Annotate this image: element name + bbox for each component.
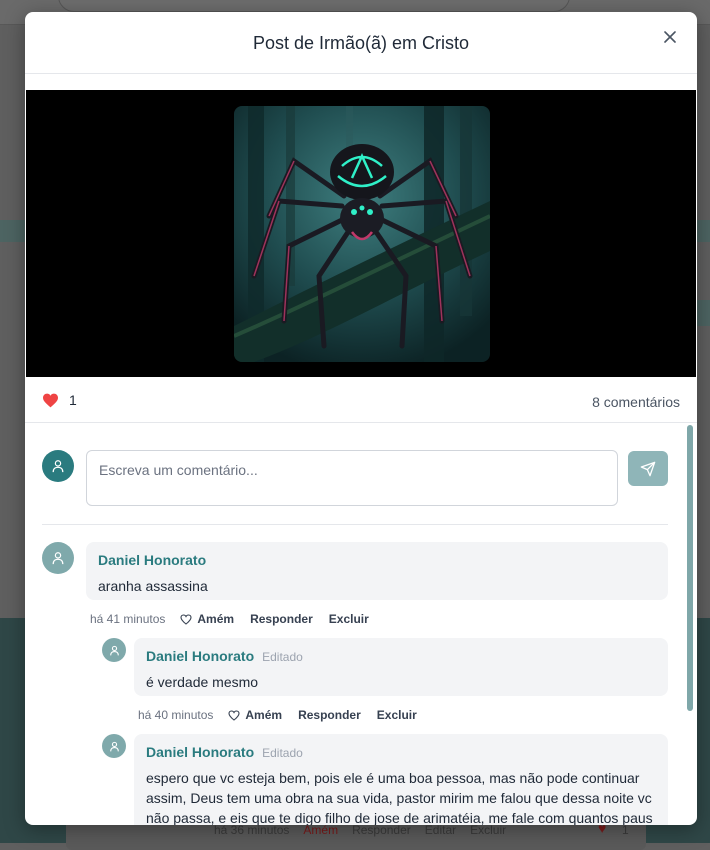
- comment-actions: há 40 minutos Amém Responder Excluir: [138, 708, 417, 722]
- comment-text: é verdade mesmo: [146, 674, 259, 690]
- delete-button[interactable]: Excluir: [377, 708, 417, 722]
- background-search: [58, 0, 570, 12]
- comment-input-placeholder: Escreva um comentário...: [99, 462, 258, 478]
- post-media: [26, 90, 696, 377]
- background-time: há 36 minutos: [214, 823, 290, 837]
- user-icon: [109, 741, 119, 751]
- scrollbar[interactable]: [687, 425, 693, 711]
- comment-author[interactable]: Daniel Honorato: [98, 552, 206, 568]
- modal-title: Post de Irmão(ã) em Cristo: [252, 33, 470, 53]
- like-button[interactable]: 1: [42, 392, 77, 408]
- send-button[interactable]: [628, 451, 668, 486]
- comment-bubble: Daniel Honorato aranha assassina: [86, 542, 668, 600]
- user-icon: [52, 552, 64, 565]
- comment-bubble: Daniel Honorato Editado espero que vc es…: [134, 734, 668, 825]
- avatar: [102, 734, 126, 758]
- comment-time: há 41 minutos: [90, 612, 166, 626]
- avatar: [102, 638, 126, 662]
- like-count: 1: [69, 392, 77, 408]
- delete-button[interactable]: Excluir: [329, 612, 369, 626]
- avatar: [42, 542, 74, 574]
- comment-actions: há 41 minutos Amém Responder Excluir: [90, 612, 369, 626]
- comment-time: há 40 minutos: [138, 708, 214, 722]
- post-image[interactable]: [234, 106, 490, 362]
- comment-input[interactable]: Escreva um comentário...: [86, 450, 618, 506]
- amem-button[interactable]: Amém: [180, 612, 234, 626]
- user-icon: [52, 460, 64, 473]
- comments-section[interactable]: Escreva um comentário... Daniel Honorato…: [25, 423, 697, 825]
- comment-author[interactable]: Daniel Honorato: [146, 744, 254, 760]
- amem-label: Amém: [197, 612, 235, 626]
- comment-text: espero que vc esteja bem, pois ele é uma…: [146, 770, 653, 825]
- background-edit: Editar: [424, 823, 457, 837]
- background-delete: Excluir: [470, 823, 507, 837]
- reply-button[interactable]: Responder: [250, 612, 313, 626]
- background-actions: há 36 minutos Amém Responder Editar Excl…: [214, 823, 506, 837]
- reply-button[interactable]: Responder: [298, 708, 361, 722]
- spider-artwork-icon: [234, 106, 490, 362]
- background-like-count: 1: [622, 823, 629, 837]
- avatar: [42, 450, 74, 482]
- comment-bubble: Daniel Honorato Editado é verdade mesmo: [134, 638, 668, 696]
- heart-outline-icon: [180, 613, 192, 625]
- user-icon: [109, 645, 119, 655]
- comment-author[interactable]: Daniel Honorato: [146, 648, 254, 664]
- amem-button[interactable]: Amém: [228, 708, 282, 722]
- send-icon: [640, 461, 656, 476]
- post-modal: Post de Irmão(ã) em Cristo 1 8 comentári…: [25, 12, 697, 825]
- comments-count[interactable]: 8 comentários: [592, 394, 680, 410]
- heart-outline-icon: [228, 709, 240, 721]
- close-button[interactable]: [659, 26, 681, 48]
- amem-label: Amém: [245, 708, 283, 722]
- post-stats-bar: 1 8 comentários: [25, 382, 697, 423]
- close-icon: [664, 31, 676, 43]
- edited-label: Editado: [262, 650, 303, 664]
- comment-text: aranha assassina: [98, 578, 208, 594]
- background-amem: Amém: [303, 823, 339, 837]
- edited-label: Editado: [262, 746, 303, 760]
- modal-header: Post de Irmão(ã) em Cristo: [25, 12, 697, 74]
- divider: [42, 524, 668, 525]
- background-reply: Responder: [352, 823, 411, 837]
- heart-icon: [43, 393, 58, 407]
